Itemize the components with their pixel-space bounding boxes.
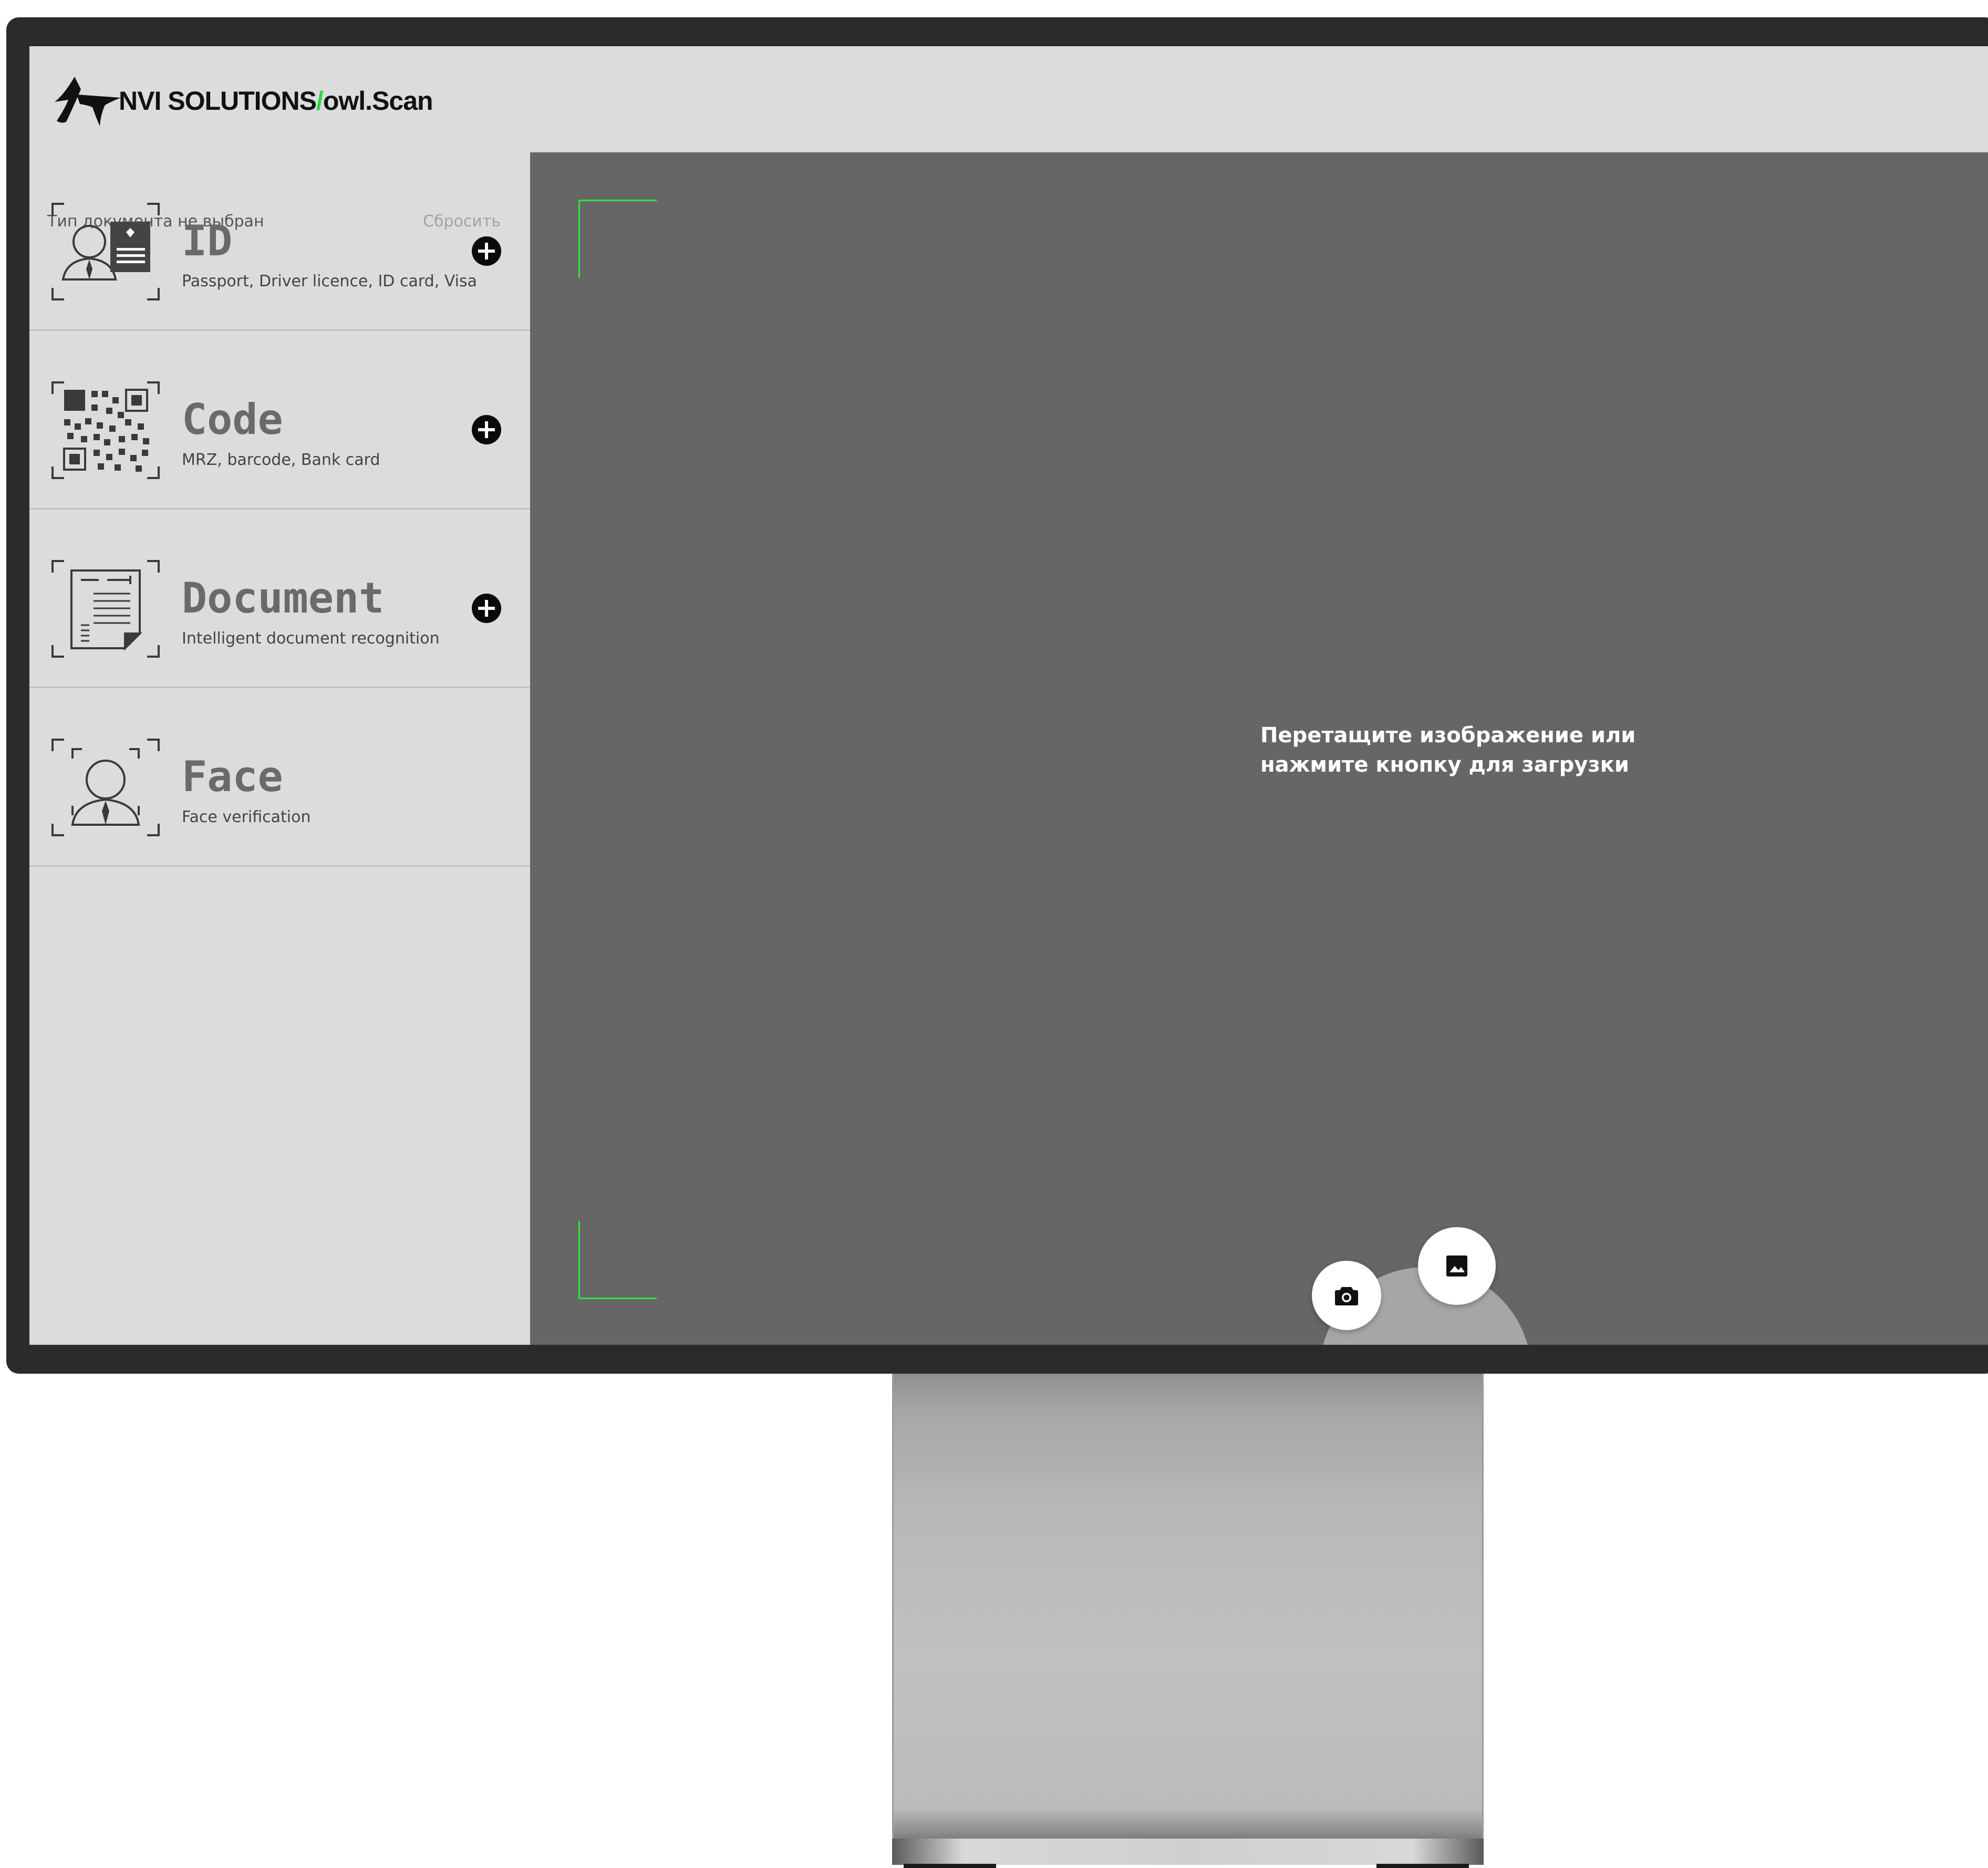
drop-hint-line-2: нажмите кнопку для загрузки bbox=[1260, 753, 1629, 777]
product-name: owl.Scan bbox=[323, 86, 433, 116]
doc-type-title: Code bbox=[182, 395, 283, 444]
face-icon bbox=[51, 739, 160, 836]
document-type-sidebar: Тип документа не выбран Сбросить ID Pass… bbox=[29, 152, 530, 1345]
doc-type-title: Face bbox=[182, 752, 283, 801]
image-drop-zone[interactable]: Перетащите изображение или нажмите кнопк… bbox=[530, 152, 1988, 1345]
add-document-button[interactable] bbox=[472, 594, 501, 623]
monitor-foot-left bbox=[904, 1864, 996, 1868]
add-code-button[interactable] bbox=[472, 415, 501, 444]
brand-logo[interactable]: NVI SOLUTIONS/owl.Scan bbox=[50, 74, 433, 128]
app-screen: NVI SOLUTIONS/owl.Scan Тип документа не … bbox=[29, 46, 1988, 1345]
doc-type-subtitle: MRZ, barcode, Bank card bbox=[182, 451, 380, 469]
document-icon bbox=[51, 560, 160, 658]
doc-type-subtitle: Passport, Driver licence, ID card, Visa bbox=[182, 272, 477, 290]
camera-icon bbox=[1335, 1287, 1358, 1305]
doc-type-document[interactable]: Document Intelligent document recognitio… bbox=[29, 510, 530, 688]
brand-text: NVI SOLUTIONS/owl.Scan bbox=[119, 86, 433, 116]
monitor-stand bbox=[892, 1374, 1484, 1846]
doc-type-title: ID bbox=[182, 216, 233, 265]
gallery-upload-button[interactable] bbox=[1418, 1227, 1496, 1305]
monitor-foot-right bbox=[1376, 1864, 1469, 1868]
qr-code-icon bbox=[51, 381, 160, 479]
doc-type-subtitle: Face verification bbox=[182, 808, 311, 826]
monitor-stand-base bbox=[892, 1839, 1484, 1865]
image-icon bbox=[1446, 1255, 1467, 1277]
frame-corner-bottom-left bbox=[578, 1221, 657, 1299]
drop-hint-text: Перетащите изображение или нажмите кнопк… bbox=[1260, 721, 1681, 780]
doc-type-code[interactable]: Code MRZ, barcode, Bank card bbox=[29, 331, 530, 510]
add-id-button[interactable] bbox=[472, 236, 501, 266]
drop-hint-line-1: Перетащите изображение или bbox=[1260, 723, 1636, 748]
doc-type-face[interactable]: Face Face verification bbox=[29, 688, 530, 867]
app-header: NVI SOLUTIONS/owl.Scan bbox=[29, 46, 1988, 152]
brand-name: NVI SOLUTIONS bbox=[119, 86, 317, 116]
doc-type-id[interactable]: ID Passport, Driver licence, ID card, Vi… bbox=[29, 152, 530, 331]
owl-logo-icon bbox=[55, 77, 121, 126]
doc-type-title: Document bbox=[182, 574, 385, 622]
frame-corner-top-left bbox=[578, 200, 657, 278]
camera-button[interactable] bbox=[1312, 1261, 1381, 1330]
doc-type-subtitle: Intelligent document recognition bbox=[182, 629, 440, 648]
brand-slash: / bbox=[316, 86, 324, 116]
id-card-icon bbox=[51, 203, 160, 300]
